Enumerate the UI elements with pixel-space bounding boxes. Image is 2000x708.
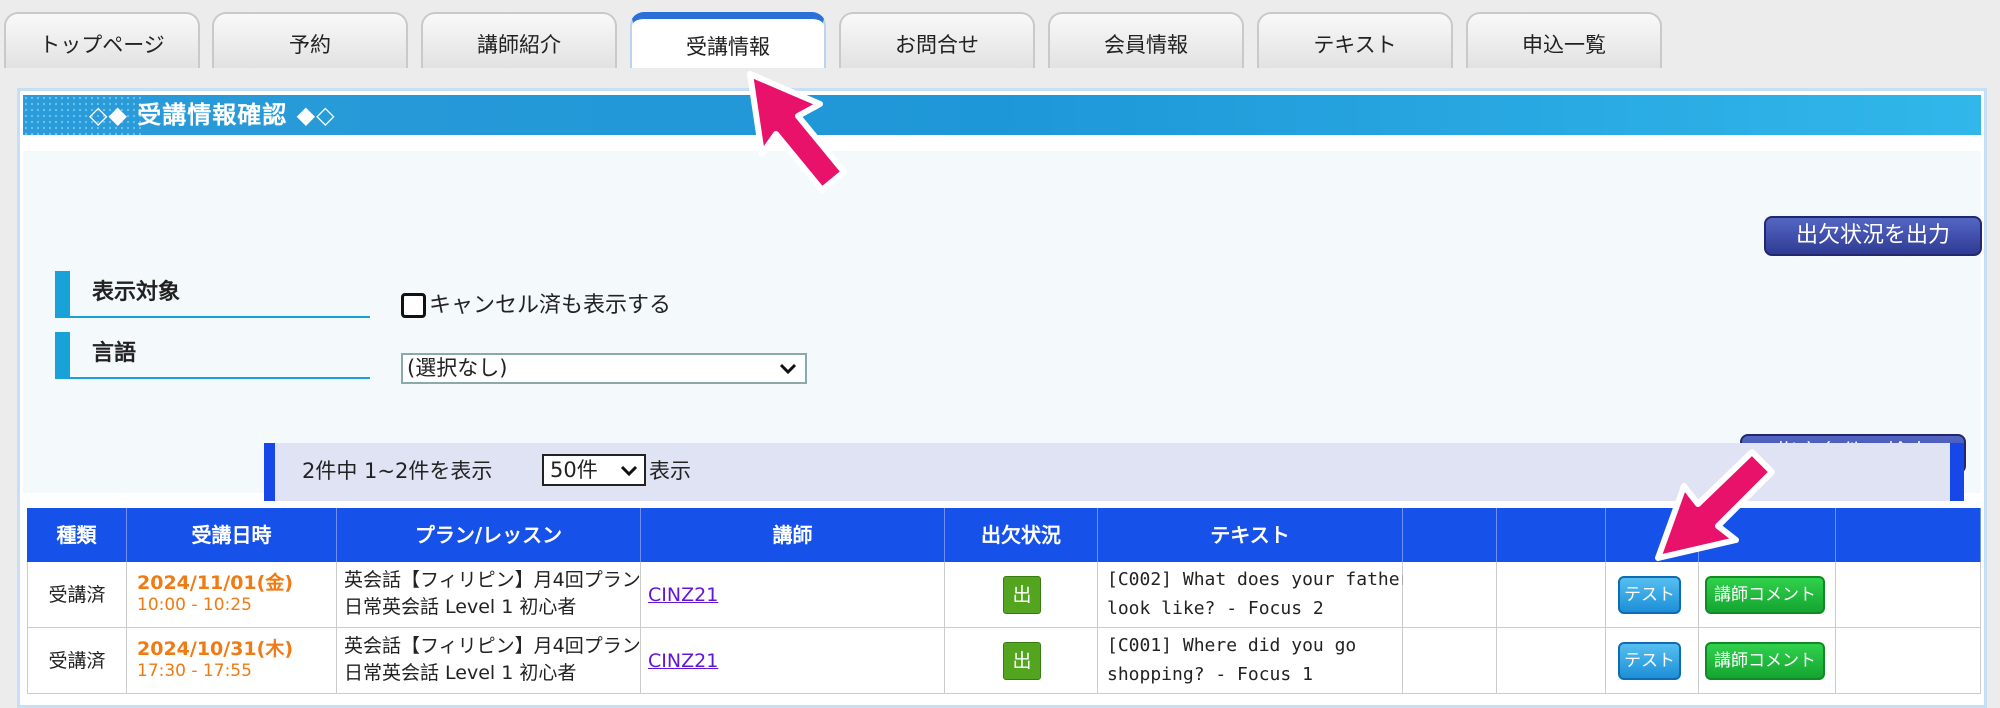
teacher-comment-button[interactable]: 講師コメント [1705,576,1825,614]
textbook-title-line2: shopping? - Focus 1 [1107,664,1313,685]
tab-teachers[interactable]: 講師紹介 [421,12,617,68]
teacher-link[interactable]: CINZ21 [648,650,718,672]
table-cell-empty [1497,562,1606,628]
tab-reservation[interactable]: 予約 [212,12,408,68]
pager-summary: 2件中 1~2件を表示 [302,459,493,483]
table-header-blank-1 [1403,508,1497,562]
teacher-link[interactable]: CINZ21 [648,584,718,606]
table-cell-empty [1497,628,1606,694]
language-select-value: (選択なし) [407,356,508,380]
table-cell-text: [C001] Where did you go shopping? - Focu… [1098,628,1403,694]
attendance-badge[interactable]: 出 [1003,576,1041,614]
table-cell-teacher: CINZ21 [641,628,945,694]
table-cell-test: テスト [1606,628,1699,694]
textbook-title-line1: [C002] What does your father [1107,569,1411,590]
per-page-value: 50件 [550,458,598,482]
table-cell-type: 受講済 [27,628,127,694]
lesson-date: 2024/10/31(木) [137,638,294,660]
table-cell-datetime: 2024/10/31(木) 17:30 - 17:55 [127,628,337,694]
table-cell-empty [1403,562,1497,628]
table-cell-attendance: 出 [945,628,1098,694]
table-cell-empty [1836,562,1981,628]
annotation-arrow-icon [747,71,847,193]
test-button[interactable]: テスト [1618,576,1681,614]
table-header-date: 受講日時 [127,508,337,562]
table-header-text: テキスト [1098,508,1403,562]
lesson-name: 日常英会話 Level 1 初心者 [344,662,577,684]
tab-textbook[interactable]: テキスト [1257,12,1453,68]
tab-application-list[interactable]: 申込一覧 [1466,12,1662,68]
chevron-down-icon [620,465,638,477]
tab-lesson-info[interactable]: 受講情報 [630,12,826,68]
table-cell-comment: 講師コメント [1699,562,1836,628]
table-header-plan: プラン/レッスン [337,508,641,562]
plan-name: 英会話【フィリピン】月4回プラン [344,569,640,591]
teacher-comment-button[interactable]: 講師コメント [1705,642,1825,680]
tab-contact[interactable]: お問合せ [839,12,1035,68]
table-cell-test: テスト [1606,562,1699,628]
table-cell-plan: 英会話【フィリピン】月4回プラン 日常英会話 Level 1 初心者 [337,628,641,694]
test-button[interactable]: テスト [1618,642,1681,680]
table-cell-datetime: 2024/11/01(金) 10:00 - 10:25 [127,562,337,628]
table-cell-text: [C002] What does your father look like? … [1098,562,1411,628]
panel-header: ◇◆ 受講情報確認 ◆◇ [23,95,1981,135]
attendance-badge[interactable]: 出 [1003,642,1041,680]
lesson-name: 日常英会話 Level 1 初心者 [344,596,577,618]
filter-label-display-target: 表示対象 [55,271,370,318]
tab-top-page[interactable]: トップページ [4,12,200,68]
pager-suffix: 表示 [649,459,691,483]
table-header-blank-2 [1497,508,1606,562]
language-select[interactable]: (選択なし) [401,353,807,384]
chevron-down-icon [779,363,797,375]
per-page-select[interactable]: 50件 [542,454,646,486]
table-cell-teacher: CINZ21 [641,562,945,628]
export-attendance-button[interactable]: 出欠状況を出力 [1764,216,1982,256]
table-cell-empty [1403,628,1497,694]
nav-tabs: トップページ 予約 講師紹介 受講情報 お問合せ 会員情報 テキスト 申込一覧 [0,0,2000,70]
table-header-blank-5 [1836,508,1981,562]
table-cell-type: 受講済 [27,562,127,628]
plan-name: 英会話【フィリピン】月4回プラン [344,635,640,657]
lesson-time: 17:30 - 17:55 [137,661,252,681]
table-cell-plan: 英会話【フィリピン】月4回プラン 日常英会話 Level 1 初心者 [337,562,641,628]
textbook-title-line1: [C001] Where did you go [1107,635,1357,656]
table-cell-attendance: 出 [945,562,1098,628]
show-cancelled-checkbox[interactable] [401,293,426,318]
annotation-arrow-icon [1655,449,1775,561]
lesson-time: 10:00 - 10:25 [137,595,252,615]
show-cancelled-label[interactable]: キャンセル済も表示する [429,291,671,321]
filter-label-language: 言語 [55,332,370,379]
table-header-attendance: 出欠状況 [945,508,1098,562]
table-cell-comment: 講師コメント [1699,628,1836,694]
table-header-type: 種類 [27,508,127,562]
textbook-title-line2: look like? - Focus 2 [1107,598,1324,619]
tab-member-info[interactable]: 会員情報 [1048,12,1244,68]
lesson-info-panel: ◇◆ 受講情報確認 ◆◇ 出欠状況を出力 表示対象 キャンセル済も表示する 言語… [17,88,1987,708]
panel-title: ◇◆ 受講情報確認 ◆◇ [89,101,336,129]
lesson-date: 2024/11/01(金) [137,572,294,594]
table-header-teacher: 講師 [641,508,945,562]
table-cell-empty [1836,628,1981,694]
